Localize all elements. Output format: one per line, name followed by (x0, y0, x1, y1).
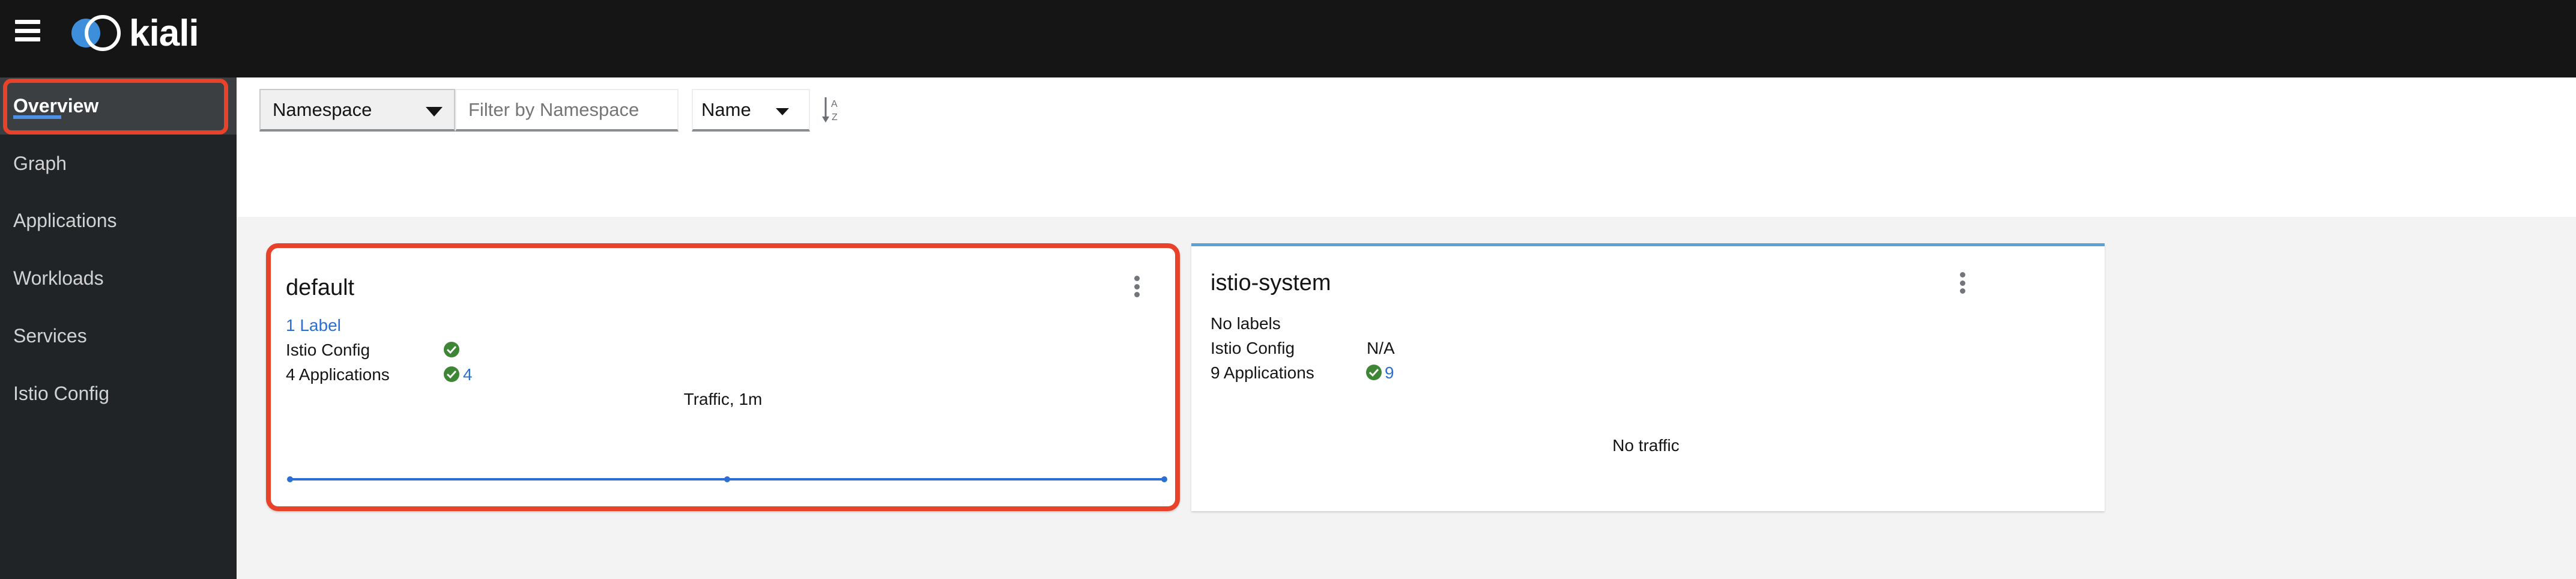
istio-config-value: N/A (1367, 339, 1395, 357)
svg-text:Z: Z (832, 112, 838, 123)
namespace-title[interactable]: istio-system (1211, 270, 1331, 296)
overview-highlight-outline (3, 79, 228, 135)
sort-field-value: Name (701, 99, 751, 120)
kiali-logo-icon (71, 15, 121, 51)
sidebar-item-label: Services (13, 325, 87, 347)
traffic-data-point[interactable] (724, 476, 730, 482)
check-circle-icon (444, 366, 459, 382)
kebab-menu-icon[interactable] (1959, 272, 1965, 294)
traffic-data-point[interactable] (1161, 476, 1167, 482)
namespace-card-istio-system[interactable]: istio-system No labels Istio Config N/A … (1191, 243, 2105, 511)
sort-alpha-asc-icon[interactable]: A Z (821, 96, 842, 124)
traffic-data-point[interactable] (287, 476, 293, 482)
sidebar-item-label: Istio Config (13, 383, 110, 404)
svg-text:A: A (831, 99, 838, 109)
sidebar-item-graph[interactable]: Graph (0, 135, 237, 192)
sidebar-item-label: Graph (13, 153, 67, 174)
caret-down-icon (776, 108, 789, 115)
sidebar-item-services[interactable]: Services (0, 308, 237, 365)
namespace-card-default[interactable]: default 1 Label Istio Config 4 Applicati… (266, 243, 1180, 511)
namespace-filter-input[interactable] (455, 89, 679, 132)
sidebar-item-istio-config[interactable]: Istio Config (0, 365, 237, 422)
applications-count-link[interactable]: 4 (463, 365, 473, 384)
logo-text: kiali (129, 12, 199, 54)
applications-label: 9 Applications (1211, 363, 1314, 382)
sidebar-item-label: Applications (13, 210, 117, 231)
sidebar-item-workloads[interactable]: Workloads (0, 250, 237, 307)
check-circle-icon (444, 342, 459, 357)
traffic-sparkline (287, 476, 1167, 482)
hamburger-icon[interactable] (15, 20, 40, 41)
check-circle-icon (1366, 365, 1382, 380)
istio-config-label: Istio Config (286, 341, 370, 359)
sidebar-item-applications[interactable]: Applications (0, 192, 237, 249)
kebab-menu-icon[interactable] (1134, 276, 1140, 297)
applications-count-link[interactable]: 9 (1385, 363, 1394, 383)
applications-label: 4 Applications (286, 365, 390, 384)
labels-text: No labels (1211, 314, 1281, 333)
filter-type-select[interactable]: Namespace (259, 89, 455, 132)
sort-field-select[interactable]: Name (692, 89, 810, 132)
caret-down-icon (426, 107, 443, 117)
filter-type-value: Namespace (273, 99, 372, 120)
no-traffic-text: No traffic (1612, 436, 1680, 455)
istio-config-label: Istio Config (1211, 339, 1295, 357)
labels-link[interactable]: 1 Label (286, 316, 341, 335)
traffic-chart-title: Traffic, 1m (683, 390, 763, 408)
namespace-title[interactable]: default (286, 275, 354, 301)
sidebar-item-label: Workloads (13, 267, 104, 289)
sidebar: Overview Graph Applications Workloads Se… (0, 77, 237, 579)
top-header: kiali (0, 0, 2576, 77)
kiali-logo[interactable]: kiali (69, 12, 199, 54)
